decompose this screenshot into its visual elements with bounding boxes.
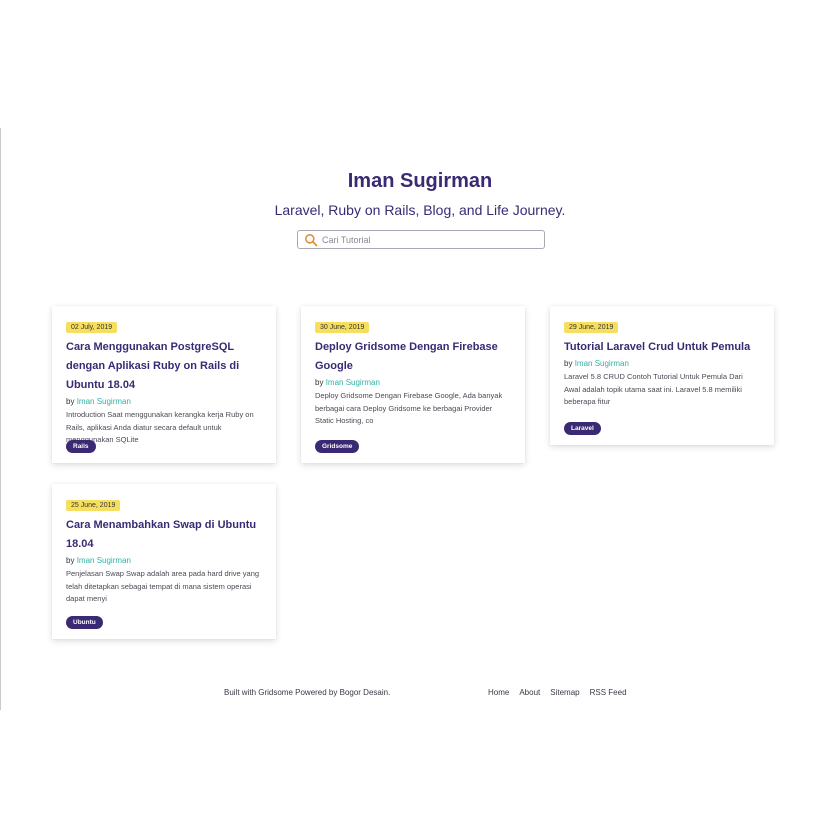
- date-badge: 25 June, 2019: [66, 500, 121, 511]
- footer-link-about[interactable]: About: [519, 688, 540, 697]
- author-link[interactable]: Iman Sugirman: [77, 397, 131, 406]
- by-label: by: [66, 556, 75, 565]
- post-card[interactable]: 02 July, 2019 Cara Menggunakan PostgreSQ…: [52, 306, 276, 463]
- author-link[interactable]: Iman Sugirman: [575, 359, 629, 368]
- footer-link-sitemap[interactable]: Sitemap: [550, 688, 579, 697]
- search-input[interactable]: [322, 234, 522, 245]
- post-title[interactable]: Cara Menambahkan Swap di Ubuntu 18.04: [66, 516, 262, 554]
- post-byline: by Iman Sugirman: [564, 359, 760, 368]
- footer-nav: Home About Sitemap RSS Feed: [488, 688, 627, 697]
- search-icon: [304, 233, 318, 247]
- footer-link-home[interactable]: Home: [488, 688, 509, 697]
- post-card[interactable]: 30 June, 2019 Deploy Gridsome Dengan Fir…: [301, 306, 525, 463]
- footer-credit: Built with Gridsome Powered by Bogor Des…: [224, 688, 391, 697]
- tag-badge[interactable]: Rails: [66, 440, 96, 453]
- date-badge: 30 June, 2019: [315, 322, 370, 333]
- author-link[interactable]: Iman Sugirman: [326, 378, 380, 387]
- post-excerpt: Laravel 5.8 CRUD Contoh Tutorial Untuk P…: [564, 372, 743, 406]
- date-badge: 29 June, 2019: [564, 322, 619, 333]
- post-title[interactable]: Tutorial Laravel Crud Untuk Pemula: [564, 338, 760, 357]
- post-excerpt: Deploy Gridsome Dengan Firebase Google, …: [315, 391, 503, 425]
- post-card[interactable]: 25 June, 2019 Cara Menambahkan Swap di U…: [52, 484, 276, 639]
- post-title[interactable]: Deploy Gridsome Dengan Firebase Google: [315, 338, 511, 376]
- post-title[interactable]: Cara Menggunakan PostgreSQL dengan Aplik…: [66, 338, 262, 395]
- by-label: by: [564, 359, 573, 368]
- by-label: by: [66, 397, 75, 406]
- post-card[interactable]: 29 June, 2019 Tutorial Laravel Crud Untu…: [550, 306, 774, 445]
- tag-badge[interactable]: Gridsome: [315, 440, 360, 453]
- site-tagline: Laravel, Ruby on Rails, Blog, and Life J…: [274, 202, 566, 218]
- post-byline: by Iman Sugirman: [66, 556, 262, 565]
- site-title[interactable]: Iman Sugirman: [0, 170, 840, 193]
- post-excerpt: Introduction Saat menggunakan kerangka k…: [66, 410, 254, 444]
- author-link[interactable]: Iman Sugirman: [77, 556, 131, 565]
- tag-badge[interactable]: Ubuntu: [66, 616, 103, 629]
- post-byline: by Iman Sugirman: [66, 397, 262, 406]
- date-badge: 02 July, 2019: [66, 322, 118, 333]
- post-excerpt: Penjelasan Swap Swap adalah area pada ha…: [66, 569, 260, 603]
- tag-badge[interactable]: Laravel: [564, 422, 601, 435]
- search-box[interactable]: [297, 230, 545, 249]
- by-label: by: [315, 378, 324, 387]
- post-byline: by Iman Sugirman: [315, 378, 511, 387]
- footer-link-rss-feed[interactable]: RSS Feed: [590, 688, 627, 697]
